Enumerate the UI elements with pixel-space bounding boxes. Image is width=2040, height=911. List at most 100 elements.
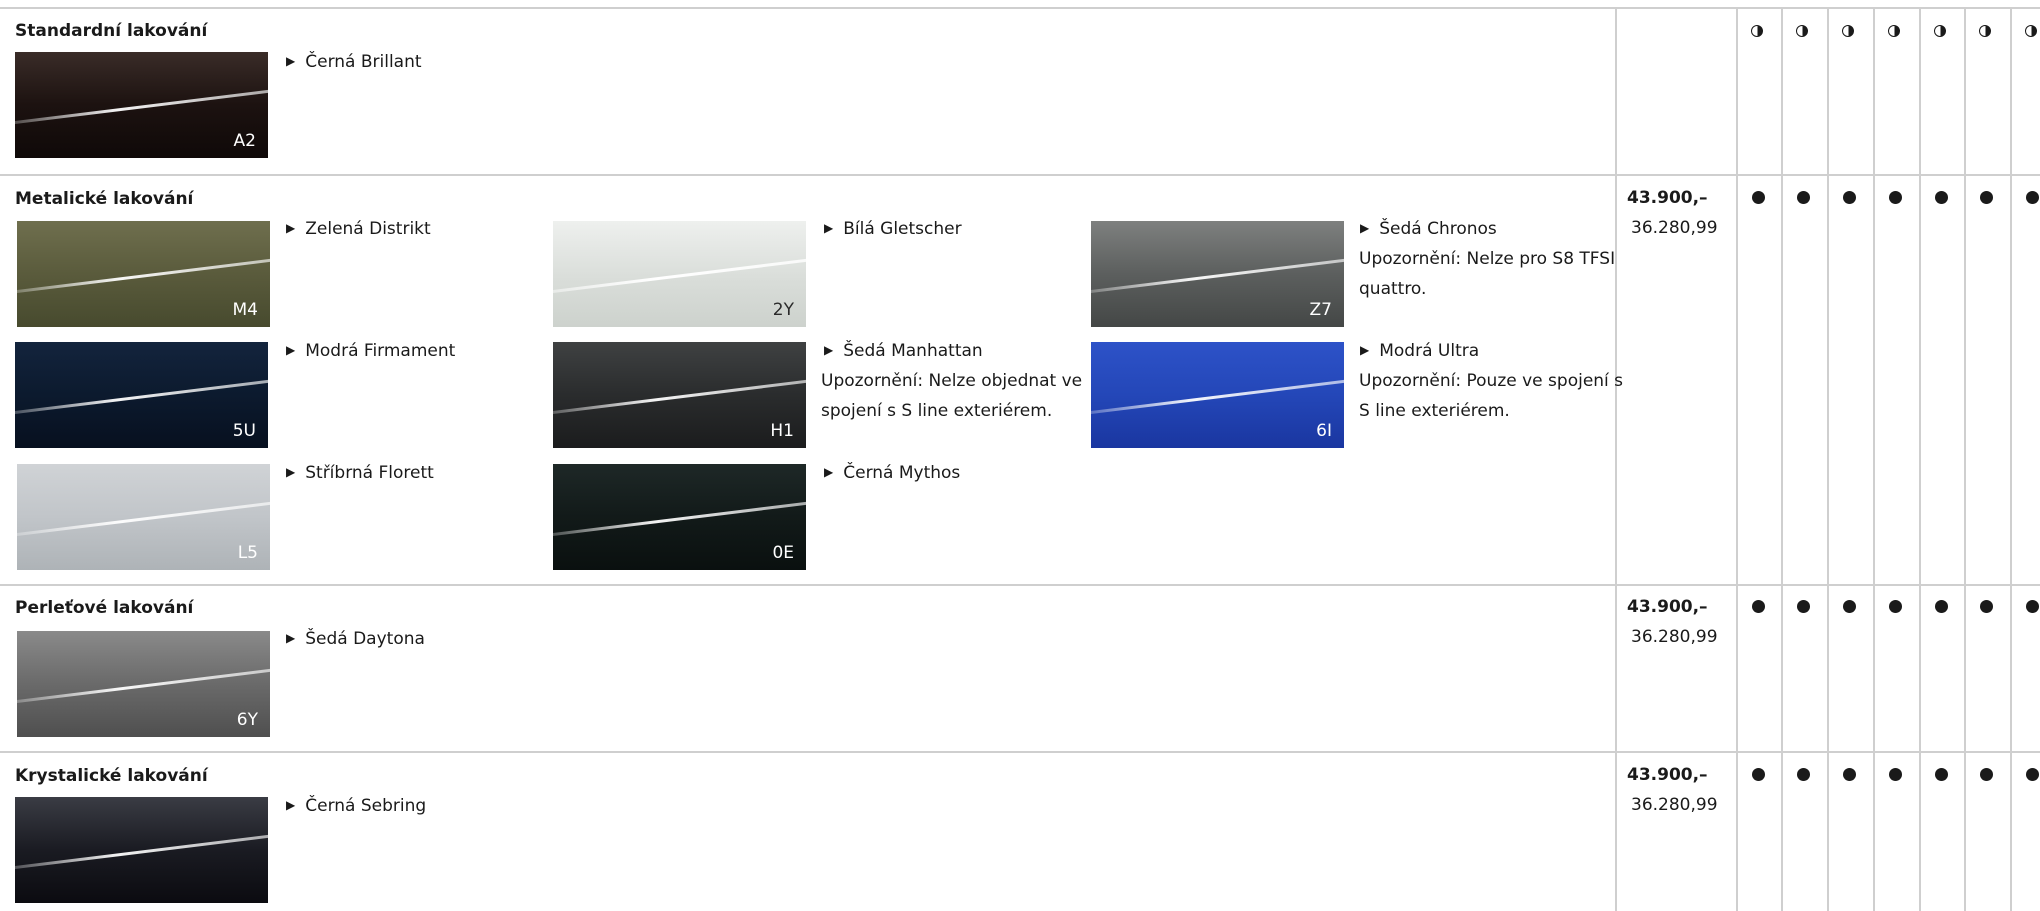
price-cell: 43.900,– 36.280,99: [1627, 183, 1718, 243]
triangle-bullet-icon: ▶: [824, 221, 834, 235]
price-cell: 43.900,– 36.280,99: [1627, 760, 1718, 820]
avail-col-divider: [1827, 8, 1829, 911]
section-title: Krystalické lakování: [15, 766, 208, 786]
swatch-highlight: [17, 499, 270, 538]
color-name-label: Šedá Daytona: [305, 629, 425, 649]
avail-col-divider: [1873, 8, 1875, 911]
color-swatch[interactable]: L5: [17, 464, 270, 570]
color-name[interactable]: ▶ Modrá Firmament: [286, 336, 455, 367]
color-swatch[interactable]: 5U: [15, 342, 268, 448]
standard-mark-icon: [1935, 600, 1948, 613]
swatch-highlight: [553, 256, 806, 295]
price-with-vat: 43.900,–: [1627, 597, 1708, 617]
color-code: 0E: [772, 543, 794, 563]
triangle-bullet-icon: ▶: [286, 54, 296, 68]
color-name[interactable]: ▶ Bílá Gletscher: [824, 214, 962, 245]
triangle-bullet-icon: ▶: [286, 631, 296, 645]
swatch-highlight: [1091, 256, 1344, 295]
standard-mark-icon: [1843, 600, 1856, 613]
color-code: 5U: [232, 421, 256, 441]
standard-mark-icon: [1797, 191, 1810, 204]
color-swatch[interactable]: H1: [553, 342, 806, 448]
color-name-label: Modrá Firmament: [305, 341, 456, 361]
color-swatch[interactable]: 6Y: [17, 631, 270, 737]
standard-mark-icon: [2026, 600, 2039, 613]
color-name-label: Černá Sebring: [305, 796, 427, 816]
price-with-vat: 43.900,–: [1627, 765, 1708, 785]
color-name[interactable]: ▶ Černá Mythos: [824, 458, 960, 489]
price-with-vat: 43.900,–: [1627, 188, 1708, 208]
standard-mark-icon: [1797, 768, 1810, 781]
color-name[interactable]: ▶ Černá Brillant: [286, 47, 422, 78]
row-divider: [0, 584, 2040, 586]
section-title: Perleťové lakování: [15, 598, 194, 618]
standard-mark-icon: [2026, 768, 2039, 781]
standard-mark-icon: [1889, 768, 1902, 781]
price-col-divider: [1615, 8, 1617, 911]
price-without-vat: 36.280,99: [1631, 795, 1718, 815]
color-code: 6I: [1316, 421, 1332, 441]
color-swatch[interactable]: [15, 797, 268, 903]
color-note: Upozornění: Pouze ve spojení s S line ex…: [1359, 371, 1624, 421]
optional-mark-icon: [1842, 25, 1854, 37]
standard-mark-icon: [1843, 768, 1856, 781]
price-cell: 43.900,– 36.280,99: [1627, 592, 1718, 652]
swatch-highlight: [15, 832, 268, 871]
standard-mark-icon: [1843, 191, 1856, 204]
avail-col-divider: [2010, 8, 2012, 911]
color-name-label: Černá Brillant: [305, 52, 422, 72]
top-rule: [0, 7, 2040, 9]
standard-mark-icon: [1889, 600, 1902, 613]
color-name[interactable]: ▶ Šedá Chronos: [1360, 214, 1497, 245]
standard-mark-icon: [1935, 768, 1948, 781]
row-divider: [0, 751, 2040, 753]
color-swatch[interactable]: M4: [17, 221, 270, 327]
avail-col-divider: [1736, 8, 1738, 911]
color-swatch[interactable]: Z7: [1091, 221, 1344, 327]
standard-mark-icon: [1797, 600, 1810, 613]
color-swatch[interactable]: A2: [15, 52, 268, 158]
color-code: Z7: [1309, 300, 1332, 320]
optional-mark-icon: [1751, 25, 1763, 37]
color-code: H1: [770, 421, 794, 441]
color-name[interactable]: ▶ Modrá Ultra: [1360, 336, 1479, 367]
avail-col-divider: [1919, 8, 1921, 911]
color-name[interactable]: ▶ Zelená Distrikt: [286, 214, 431, 245]
color-code: M4: [232, 300, 258, 320]
color-name[interactable]: ▶ Stříbrná Florett: [286, 458, 434, 489]
color-name-label: Šedá Chronos: [1379, 219, 1497, 239]
triangle-bullet-icon: ▶: [286, 221, 296, 235]
triangle-bullet-icon: ▶: [824, 465, 834, 479]
avail-col-divider: [1964, 8, 1966, 911]
standard-mark-icon: [1980, 191, 1993, 204]
triangle-bullet-icon: ▶: [824, 343, 834, 357]
color-code: 6Y: [236, 710, 258, 730]
color-name[interactable]: ▶ Černá Sebring: [286, 791, 426, 822]
optional-mark-icon: [1888, 25, 1900, 37]
color-name-label: Stříbrná Florett: [305, 463, 434, 483]
price-without-vat: 36.280,99: [1631, 627, 1718, 647]
color-name-label: Zelená Distrikt: [305, 219, 431, 239]
color-name-label: Šedá Manhattan: [843, 341, 983, 361]
color-name-label: Bílá Gletscher: [843, 219, 962, 239]
color-swatch[interactable]: 6I: [1091, 342, 1344, 448]
optional-mark-icon: [1934, 25, 1946, 37]
color-note: Upozornění: Nelze objednat ve spojení s …: [821, 371, 1083, 421]
swatch-highlight: [1091, 377, 1344, 416]
color-name[interactable]: ▶ Šedá Manhattan: [824, 336, 983, 367]
color-code: L5: [237, 543, 258, 563]
standard-mark-icon: [1752, 191, 1765, 204]
color-name[interactable]: ▶ Šedá Daytona: [286, 624, 425, 655]
standard-mark-icon: [1752, 768, 1765, 781]
swatch-highlight: [15, 87, 268, 126]
swatch-highlight: [15, 377, 268, 416]
color-code: 2Y: [772, 300, 794, 320]
swatch-highlight: [553, 377, 806, 416]
swatch-highlight: [17, 256, 270, 295]
color-note: Upozornění: Nelze pro S8 TFSI quattro.: [1359, 249, 1616, 299]
avail-col-divider: [1781, 8, 1783, 911]
color-swatch[interactable]: 2Y: [553, 221, 806, 327]
color-swatch[interactable]: 0E: [553, 464, 806, 570]
color-code: A2: [233, 131, 256, 151]
section-title: Standardní lakování: [15, 21, 208, 41]
